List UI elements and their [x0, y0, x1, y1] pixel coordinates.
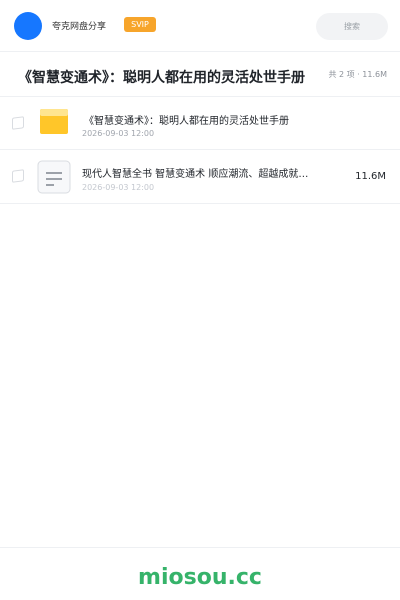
share-title-row: 《智慧变通术》：聪明人都在用的灵活处世手册 共 2 项 · 11.6M — [0, 52, 400, 97]
document-icon — [37, 160, 71, 194]
footer: miosou.cc — [0, 547, 400, 600]
file-size: 11.6M — [355, 171, 386, 182]
share-summary: 共 2 项 · 11.6M — [326, 69, 387, 80]
select-checkbox[interactable] — [12, 116, 24, 130]
file-date: 2026-09-03 12:00 — [82, 129, 155, 138]
file-name[interactable]: 现代人智慧全书 智慧变通术 顺应潮流、超越成就… — [82, 166, 312, 184]
folder-icon — [40, 109, 68, 134]
file-row-document[interactable]: 2026-09-03 12:00 现代人智慧全书 智慧变通术 顺应潮流、超越成就… — [0, 150, 400, 204]
search-input[interactable]: 搜索 — [316, 13, 388, 40]
header-bar: 夸克网盘分享 SVIP 搜索 — [0, 0, 400, 52]
page-title: 《智慧变通术》：聪明人都在用的灵活处世手册 — [18, 70, 305, 86]
svip-badge[interactable]: SVIP — [124, 17, 156, 32]
file-name[interactable]: 《智慧变通术》：聪明人都在用的灵活处世手册 — [84, 112, 289, 127]
file-date: 2026-09-03 12:00 — [82, 183, 155, 192]
avatar[interactable] — [14, 12, 42, 40]
watermark-text: miosou.cc — [138, 565, 262, 590]
file-row-folder[interactable]: 《智慧变通术》：聪明人都在用的灵活处世手册 2026-09-03 12:00 — [0, 97, 400, 150]
brand-text: 夸克网盘分享 — [52, 22, 107, 32]
select-checkbox[interactable] — [12, 169, 24, 183]
